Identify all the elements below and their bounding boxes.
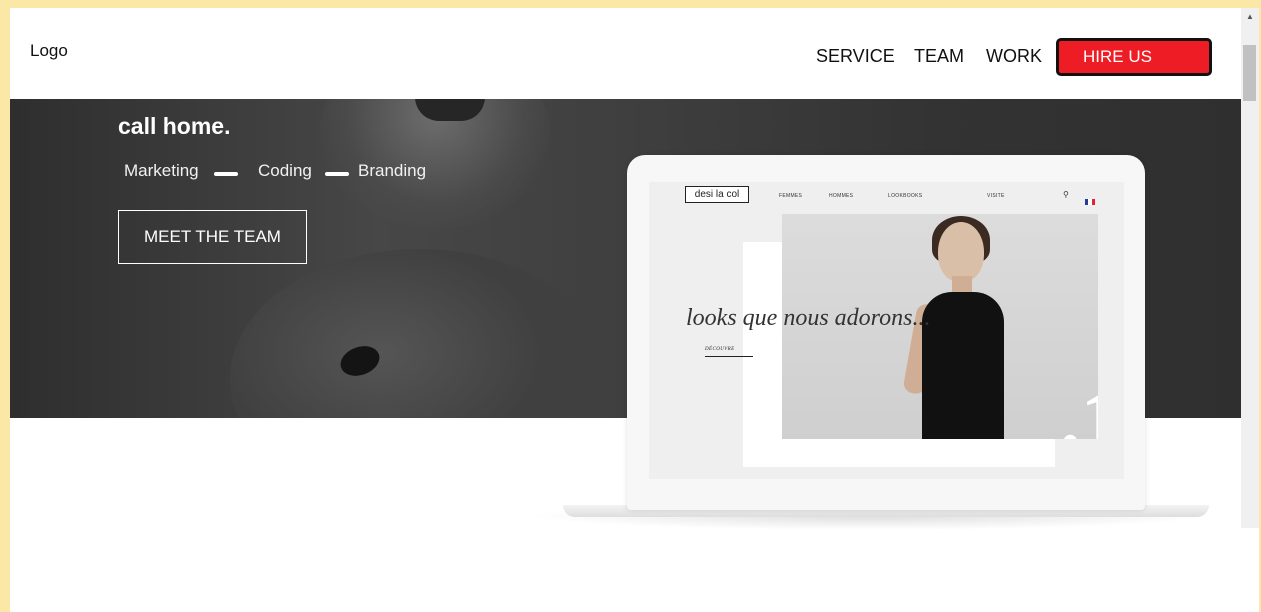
laptop-mockup: desi la col FEMMES HOMMES LOOKBOOKS VISI…: [627, 155, 1145, 510]
search-icon: ⚲: [1063, 190, 1069, 199]
screen-site-logo: desi la col: [685, 186, 749, 203]
tag-coding: Coding: [258, 161, 312, 180]
model-head-shape: [938, 222, 984, 282]
laptop-screen: desi la col FEMMES HOMMES LOOKBOOKS VISI…: [649, 182, 1124, 479]
tag-marketing: Marketing: [124, 161, 199, 180]
vertical-scrollbar[interactable]: ▲: [1241, 8, 1259, 528]
screen-tagline: looks que nous adorons...: [686, 305, 931, 331]
dash-divider: [214, 172, 238, 176]
hire-us-button[interactable]: HIRE US: [1056, 38, 1212, 76]
tag-branding: Branding: [358, 161, 427, 180]
screen-nav-femmes: FEMMES: [779, 193, 803, 199]
model-dress-shape: [922, 292, 1004, 439]
hero-title: call home.: [118, 113, 231, 139]
scrollbar-thumb[interactable]: [1243, 45, 1256, 101]
hero-model-shoulder-shape: [230, 249, 610, 418]
screen-discover-link: DÉCOUVRE: [705, 347, 753, 357]
site-logo[interactable]: Logo: [30, 41, 68, 61]
page-frame: Logo SERVICE TEAM WORK HIRE US call home…: [0, 0, 1261, 612]
site-header: Logo SERVICE TEAM WORK HIRE US: [10, 8, 1241, 99]
nav-link-work[interactable]: WORK: [986, 46, 1042, 67]
screen-big-number: .17: [1060, 374, 1098, 440]
nav-link-team[interactable]: TEAM: [914, 46, 964, 67]
screen-nav-hommes: HOMMES: [829, 193, 854, 199]
nav-link-service[interactable]: SERVICE: [816, 46, 895, 67]
screen-nav-lookbooks: LOOKBOOKS: [888, 193, 923, 199]
french-flag-icon: [1085, 192, 1095, 205]
scroll-up-arrow-icon[interactable]: ▲: [1246, 12, 1254, 21]
dash-divider: [325, 172, 349, 176]
screen-nav-visite: VISITE: [987, 193, 1005, 199]
meet-the-team-button[interactable]: MEET THE TEAM: [118, 210, 307, 264]
